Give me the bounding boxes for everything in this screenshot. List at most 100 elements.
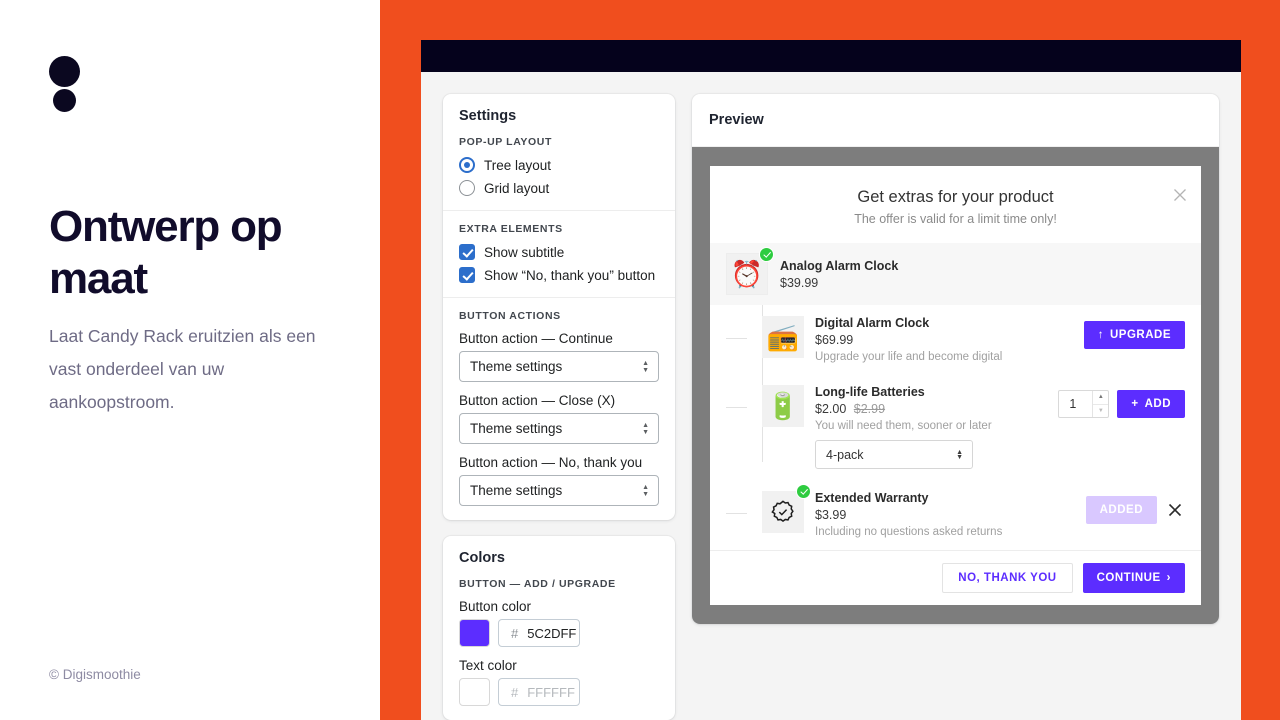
child-offer-row: 🔋 Long-life Batteries $2.00 $2.99 You wi…: [726, 374, 1185, 480]
extra-elements-section: EXTRA ELEMENTS Show subtitle Show “No, t…: [443, 210, 675, 297]
arrow-up-icon: ↑: [1097, 329, 1104, 341]
preview-stage: Get extras for your product The offer is…: [692, 147, 1219, 624]
added-button-label: ADDED: [1099, 504, 1143, 516]
app-window: Settings POP-UP LAYOUT Tree layout Grid …: [421, 40, 1241, 720]
quantity-spinner[interactable]: ▲ ▼: [1092, 391, 1109, 418]
select-continue-action[interactable]: Theme settings ▲ ▼: [459, 351, 659, 382]
analog-alarm-clock-thumb-icon: ⏰: [726, 247, 774, 295]
text-color-row: # FFFFFF: [459, 678, 659, 706]
two-dots-logo-icon: [49, 56, 89, 120]
button-color-hex-input[interactable]: # 5C2DFF: [498, 619, 580, 647]
settings-card: Settings POP-UP LAYOUT Tree layout Grid …: [443, 94, 675, 520]
select-no-thank-you-value: Theme settings: [470, 483, 563, 498]
close-icon[interactable]: [1171, 186, 1189, 204]
chevron-updown-icon: ▲ ▼: [956, 448, 963, 461]
check-badge-icon: [759, 247, 774, 262]
checkbox-show-no-thank-you[interactable]: Show “No, thank you” button: [459, 267, 659, 283]
upgrade-button[interactable]: ↑ UPGRADE: [1083, 321, 1185, 349]
copyright-text: © Digismoothie: [49, 667, 141, 682]
popup-footer: NO, THANK YOU CONTINUE ›: [710, 550, 1201, 605]
child-offer-name: Long-life Batteries: [815, 385, 925, 399]
radio-grid-layout[interactable]: Grid layout: [459, 180, 659, 196]
add-button[interactable]: + ADD: [1117, 390, 1185, 418]
promo-subtitle: Laat Candy Rack eruitzien als een vast o…: [49, 326, 316, 412]
child-offers-list: 📻 Digital Alarm Clock $69.99 Upgrade you…: [710, 305, 1201, 550]
button-color-swatch[interactable]: [459, 619, 490, 647]
extra-elements-label: EXTRA ELEMENTS: [459, 223, 563, 235]
child-offer-info: Extended Warranty $3.99 Including no que…: [815, 491, 1075, 538]
logo-dot-large: [49, 56, 80, 87]
radio-tree-layout[interactable]: Tree layout: [459, 157, 659, 173]
child-offer-price-value: $2.00: [815, 402, 847, 416]
upsell-popup: Get extras for your product The offer is…: [710, 166, 1201, 605]
checkbox-show-subtitle[interactable]: Show subtitle: [459, 244, 659, 260]
quantity-value[interactable]: 1: [1059, 391, 1092, 417]
text-color-swatch[interactable]: [459, 678, 490, 706]
child-offer-name: Digital Alarm Clock: [815, 316, 930, 330]
button-actions-label: BUTTON ACTIONS: [459, 310, 561, 322]
parent-product-info: Analog Alarm Clock $39.99: [780, 259, 898, 290]
text-color-hex-value: FFFFFF: [527, 684, 575, 700]
stepper-down-icon[interactable]: ▼: [1093, 403, 1109, 418]
text-color-hex-input[interactable]: # FFFFFF: [498, 678, 580, 706]
child-offer-name: Extended Warranty: [815, 491, 929, 505]
select-no-thank-you-action[interactable]: Theme settings ▲ ▼: [459, 475, 659, 506]
added-button[interactable]: ADDED: [1085, 496, 1157, 524]
upgrade-button-label: UPGRADE: [1109, 329, 1171, 341]
hash-symbol: #: [511, 625, 519, 641]
preview-card: Preview Get extras for your product The …: [692, 94, 1219, 624]
select-close-action[interactable]: Theme settings ▲ ▼: [459, 413, 659, 444]
child-offer-row: 📻 Digital Alarm Clock $69.99 Upgrade you…: [726, 305, 1185, 374]
chevron-updown-icon: ▲ ▼: [642, 359, 649, 374]
radio-icon-unselected[interactable]: [459, 180, 475, 196]
colors-section: BUTTON — ADD / UPGRADE Button color # 5C…: [443, 566, 675, 720]
settings-column: Settings POP-UP LAYOUT Tree layout Grid …: [443, 94, 675, 720]
button-color-label: Button color: [459, 599, 532, 614]
logo-dot-small: [53, 89, 76, 112]
parent-product-name: Analog Alarm Clock: [780, 258, 899, 273]
promo-title: Ontwerp op maat: [49, 202, 283, 303]
popup-header: Get extras for your product The offer is…: [710, 166, 1201, 243]
warranty-seal-icon: [762, 484, 811, 533]
child-offer-actions: ADDED: [1085, 491, 1185, 524]
checkbox-icon-checked[interactable]: [459, 267, 475, 283]
child-offer-row: Extended Warranty $3.99 Including no que…: [726, 480, 1185, 549]
no-thank-you-action-label: Button action — No, thank you: [459, 455, 643, 470]
variant-select-value: 4-pack: [826, 447, 864, 462]
child-offer-info: Digital Alarm Clock $69.99 Upgrade your …: [815, 316, 1073, 363]
no-thank-you-button[interactable]: NO, THANK YOU: [942, 563, 1073, 593]
child-offer-description: Upgrade your life and become digital: [815, 351, 1003, 363]
continue-button[interactable]: CONTINUE ›: [1082, 563, 1185, 593]
plus-icon: +: [1131, 398, 1139, 410]
no-thank-you-button-label: NO, THANK YOU: [958, 572, 1057, 584]
child-offer-price: $3.99: [815, 508, 847, 522]
continue-button-label: CONTINUE: [1096, 572, 1161, 584]
child-offer-compare-at-price: $2.99: [853, 402, 886, 416]
variant-select[interactable]: 4-pack ▲ ▼: [815, 440, 973, 469]
digital-alarm-clock-thumb-icon: 📻: [762, 316, 804, 358]
remove-x-icon[interactable]: [1165, 500, 1185, 520]
child-offer-price: $2.00 $2.99: [815, 402, 1047, 416]
quantity-stepper[interactable]: 1 ▲ ▼: [1058, 390, 1110, 418]
child-offer-description: Including no questions asked returns: [815, 526, 1003, 538]
app-body: Settings POP-UP LAYOUT Tree layout Grid …: [421, 72, 1241, 720]
colors-section-label: BUTTON — ADD / UPGRADE: [459, 578, 616, 590]
chevron-updown-icon: ▲ ▼: [642, 483, 649, 498]
preview-column: Preview Get extras for your product The …: [692, 94, 1219, 720]
select-continue-value: Theme settings: [470, 359, 563, 374]
child-offer-actions: 1 ▲ ▼ + ADD: [1058, 385, 1185, 418]
button-actions-section: BUTTON ACTIONS Button action — Continue …: [443, 297, 675, 520]
settings-title: Settings: [459, 108, 517, 124]
text-color-label: Text color: [459, 658, 517, 673]
batteries-thumb-icon: 🔋: [762, 385, 804, 427]
screenshot-root: Ontwerp op maat Laat Candy Rack eruitzie…: [0, 0, 1280, 720]
stepper-up-icon[interactable]: ▲: [1093, 391, 1108, 404]
popup-layout-label: POP-UP LAYOUT: [459, 136, 552, 148]
continue-action-label: Button action — Continue: [459, 331, 613, 346]
tree-branch-line: [726, 513, 747, 514]
radio-icon-selected[interactable]: [459, 157, 475, 173]
checkbox-icon-checked[interactable]: [459, 244, 475, 260]
popup-subtitle: The offer is valid for a limit time only…: [854, 212, 1057, 226]
child-offer-actions: ↑ UPGRADE: [1083, 316, 1185, 349]
tree-branch-line: [726, 338, 747, 339]
